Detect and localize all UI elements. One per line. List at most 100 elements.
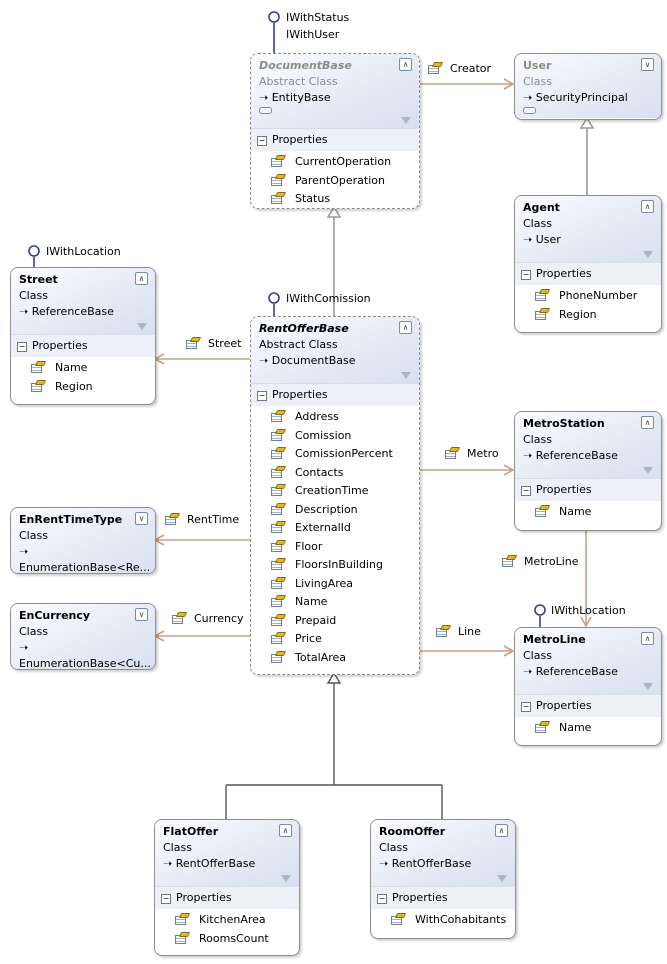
collapse-icon[interactable]: ∧	[641, 632, 654, 645]
class-header: User Class ➝ SecurityPrincipal ∨	[515, 54, 661, 118]
property-item[interactable]: Region	[515, 306, 661, 325]
class-box-en-currency[interactable]: EnCurrency Class ➝ EnumerationBase<Cu... ∨	[10, 603, 156, 670]
class-box-metro-station[interactable]: MetroStation Class ➝ ReferenceBase ∧ − Proper…	[514, 411, 662, 531]
property-item[interactable]: CurrentOperation	[251, 153, 419, 172]
properties-list: WithCohabitants	[371, 909, 515, 936]
inherits-arrow-icon: ➝	[19, 641, 29, 654]
property-item[interactable]: Price	[251, 630, 419, 649]
collapse-icon[interactable]: ∧	[279, 824, 292, 837]
class-box-en-rent-time-type[interactable]: EnRentTimeType Class ➝ EnumerationBase<Re.…	[10, 507, 156, 574]
property-item[interactable]: ParentOperation	[251, 172, 419, 191]
property-item[interactable]: Region	[11, 378, 155, 397]
properties-section-header[interactable]: − Properties	[371, 886, 515, 909]
properties-section-header[interactable]: − Properties	[155, 886, 299, 909]
property-item[interactable]: Name	[11, 359, 155, 378]
association-label-street[interactable]: Street	[186, 337, 241, 351]
property-icon	[428, 62, 442, 74]
property-item[interactable]: ExternalId	[251, 519, 419, 538]
property-item[interactable]: Prepaid	[251, 612, 419, 631]
property-item[interactable]: ComissionPercent	[251, 445, 419, 464]
section-label: Properties	[32, 339, 88, 352]
property-item[interactable]: Address	[251, 408, 419, 427]
property-item[interactable]: Description	[251, 501, 419, 520]
property-item[interactable]: CreationTime	[251, 482, 419, 501]
expand-icon[interactable]: ∨	[135, 512, 148, 525]
property-item[interactable]: Name	[515, 719, 661, 738]
collapse-icon[interactable]: ∧	[641, 200, 654, 213]
class-box-street[interactable]: Street Class ➝ ReferenceBase ∧ − Properties Na…	[10, 267, 156, 405]
class-box-flat-offer[interactable]: FlatOffer Class ➝ RentOfferBase ∧ − Propertie…	[154, 819, 300, 956]
property-item[interactable]: FloorsInBuilding	[251, 556, 419, 575]
collapse-section-icon[interactable]: −	[257, 391, 267, 401]
class-box-metro-line[interactable]: MetroLine Class ➝ ReferenceBase ∧ − Propertie…	[514, 627, 662, 746]
properties-section-header[interactable]: − Properties	[251, 383, 419, 406]
collapse-section-icon[interactable]: −	[521, 486, 531, 496]
class-box-user[interactable]: User Class ➝ SecurityPrincipal ∨	[514, 53, 662, 120]
collapse-icon[interactable]: ∧	[135, 272, 148, 285]
base-class-name: ReferenceBase	[535, 665, 618, 678]
expand-icon[interactable]: ∨	[641, 58, 654, 71]
association-label-line[interactable]: Line	[436, 625, 481, 639]
class-box-agent[interactable]: Agent Class ➝ User ∧ − Properties PhoneNumber R…	[514, 195, 662, 333]
filter-icon[interactable]	[281, 875, 291, 882]
class-box-document-base[interactable]: DocumentBase Abstract Class ➝ EntityBase ∧ −…	[250, 53, 420, 209]
collapse-section-icon[interactable]: −	[377, 894, 387, 904]
filter-icon[interactable]	[401, 372, 411, 379]
property-name: ExternalId	[295, 521, 351, 534]
property-name: LivingArea	[295, 576, 354, 590]
collapse-section-icon[interactable]: −	[17, 342, 27, 352]
inherits-arrow-icon: ➝	[523, 665, 536, 678]
property-item[interactable]: WithCohabitants	[371, 911, 515, 930]
properties-section-header[interactable]: − Properties	[515, 694, 661, 717]
property-name: Comission	[295, 428, 352, 442]
properties-section-header[interactable]: − Properties	[515, 478, 661, 501]
expand-icon[interactable]: ∨	[135, 608, 148, 621]
property-item[interactable]: KitchenArea	[155, 911, 299, 930]
class-name: RoomOffer	[379, 825, 446, 838]
class-header: EnRentTimeType Class ➝ EnumerationBase<Re.…	[11, 508, 155, 573]
property-item[interactable]: RoomsCount	[155, 930, 299, 949]
filter-icon[interactable]	[401, 117, 411, 124]
property-item[interactable]: Floor	[251, 538, 419, 557]
association-label-rent-time[interactable]: RentTime	[165, 513, 239, 527]
collapse-icon[interactable]: ∧	[399, 58, 412, 71]
collapse-icon[interactable]: ∧	[399, 321, 412, 334]
property-item[interactable]: LivingArea	[251, 575, 419, 594]
properties-section-header[interactable]: − Properties	[11, 334, 155, 357]
class-name: DocumentBase	[259, 59, 352, 72]
association-label-metro-line[interactable]: MetroLine	[502, 555, 579, 569]
property-item[interactable]: Comission	[251, 427, 419, 446]
filter-icon[interactable]	[137, 323, 147, 330]
filter-icon[interactable]	[497, 875, 507, 882]
collapse-icon[interactable]: ∧	[495, 824, 508, 837]
property-item[interactable]: Name	[515, 503, 661, 522]
association-label-creator[interactable]: Creator	[428, 62, 491, 76]
properties-section-header[interactable]: − Properties	[515, 262, 661, 285]
property-item[interactable]: PhoneNumber	[515, 287, 661, 306]
class-box-rent-offer-base[interactable]: RentOfferBase Abstract Class ➝ DocumentBas…	[250, 316, 420, 675]
class-name: EnCurrency	[19, 609, 91, 622]
collapse-icon[interactable]: ∧	[641, 416, 654, 429]
class-box-room-offer[interactable]: RoomOffer Class ➝ RentOfferBase ∧ − Propertie…	[370, 819, 516, 939]
base-class: ➝ EnumerationBase<Cu...	[19, 640, 151, 669]
interface-label-metroline-iwithlocation: IWithLocation	[551, 604, 626, 617]
class-kind: Class	[19, 625, 48, 638]
filter-icon[interactable]	[643, 683, 653, 690]
filter-icon[interactable]	[643, 251, 653, 258]
property-name: Address	[295, 410, 339, 423]
association-label-currency[interactable]: Currency	[172, 612, 244, 626]
collapse-section-icon[interactable]: −	[521, 270, 531, 280]
base-class: ➝ User	[523, 232, 653, 248]
property-item[interactable]: Status	[251, 190, 419, 208]
property-item[interactable]: Name	[251, 593, 419, 612]
association-label-metro[interactable]: Metro	[445, 447, 499, 461]
property-item[interactable]: TotalArea	[251, 649, 419, 668]
inherits-arrow-icon: ➝	[523, 449, 536, 462]
collapse-section-icon[interactable]: −	[161, 894, 171, 904]
filter-icon[interactable]	[643, 467, 653, 474]
properties-section-header[interactable]: − Properties	[251, 128, 419, 151]
collapse-section-icon[interactable]: −	[257, 136, 267, 146]
property-icon	[165, 513, 179, 525]
collapse-section-icon[interactable]: −	[521, 702, 531, 712]
property-item[interactable]: Contacts	[251, 464, 419, 483]
